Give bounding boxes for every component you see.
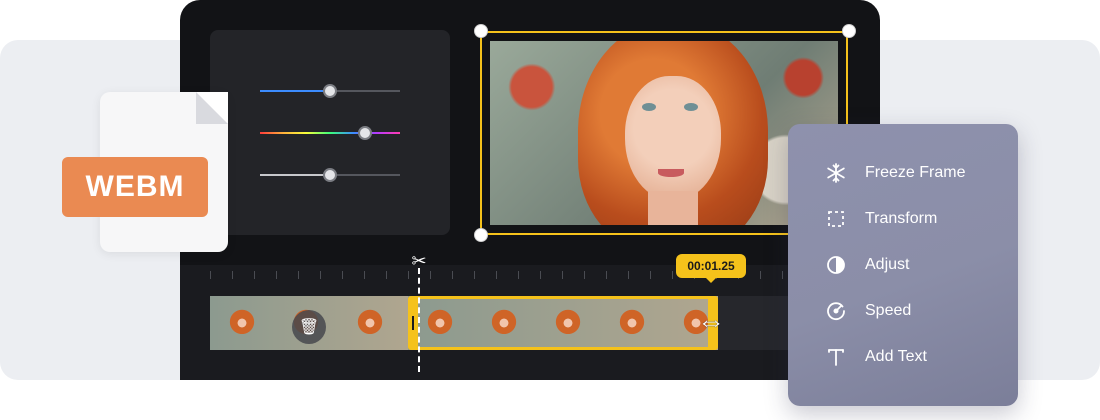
snowflake-icon	[824, 161, 848, 185]
menu-item-adjust[interactable]: Adjust	[824, 251, 909, 279]
resize-handle-top-left[interactable]	[474, 24, 488, 38]
menu-label: Transform	[865, 210, 938, 227]
speedometer-icon	[824, 299, 848, 323]
contrast-icon	[824, 253, 848, 277]
menu-item-speed[interactable]: Speed	[824, 297, 911, 325]
context-menu: Freeze Frame Transform Adjust Speed Add …	[788, 124, 1018, 406]
menu-item-transform[interactable]: Transform	[824, 205, 937, 233]
playhead[interactable]	[418, 268, 420, 372]
adjust-panel	[210, 30, 450, 235]
timecode-tooltip: 00:01.25	[676, 254, 746, 283]
resize-handle-top-right[interactable]	[842, 24, 856, 38]
file-format-label: WEBM	[85, 170, 185, 203]
menu-label: Adjust	[865, 256, 910, 273]
slider-thumb[interactable]	[358, 126, 372, 140]
slider-thumb[interactable]	[323, 168, 337, 182]
menu-item-freeze-frame[interactable]: Freeze Frame	[824, 159, 965, 187]
scissors-icon: ✂	[411, 250, 427, 271]
menu-label: Freeze Frame	[865, 164, 966, 181]
slider-blue[interactable]	[260, 84, 400, 98]
selected-clip[interactable]	[408, 296, 718, 350]
menu-label: Speed	[865, 302, 912, 319]
resize-handle-bottom-left[interactable]	[474, 228, 488, 242]
timeline-ruler	[210, 271, 880, 279]
menu-label: Add Text	[865, 348, 927, 365]
menu-item-add-text[interactable]: Add Text	[824, 343, 927, 371]
split-button[interactable]: ✂	[408, 250, 430, 272]
slider-thumb[interactable]	[323, 84, 337, 98]
timeline: 🗑	[180, 265, 880, 380]
delete-clip-button[interactable]: 🗑	[292, 310, 326, 344]
horizontal-resize-icon[interactable]: ⇔	[692, 308, 730, 336]
slider-gray[interactable]	[260, 168, 400, 182]
video-editor-window: 🗑 ✂	[180, 0, 880, 380]
transform-icon	[824, 207, 848, 231]
slider-hue[interactable]	[260, 126, 400, 140]
timecode-text: 00:01.25	[687, 259, 735, 273]
preview-image	[490, 41, 838, 225]
file-format-badge: WEBM	[62, 157, 208, 217]
text-icon	[824, 345, 848, 369]
trash-icon: 🗑	[298, 319, 320, 336]
